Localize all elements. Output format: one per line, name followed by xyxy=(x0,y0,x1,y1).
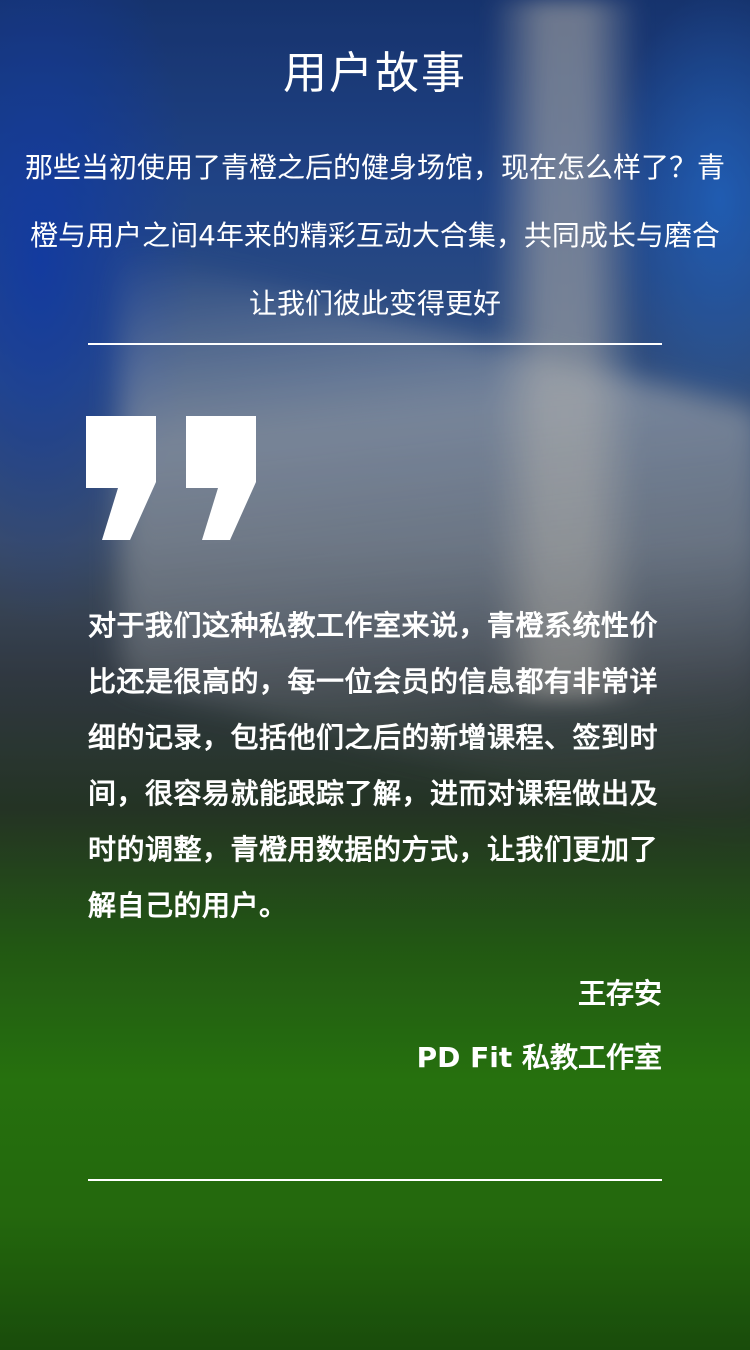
story-card: 用户故事 那些当初使用了青橙之后的健身场馆，现在怎么样了？青橙与用户之间4年来的… xyxy=(0,0,750,1350)
top-divider xyxy=(88,343,662,345)
testimonial-author: 王存安 xyxy=(577,977,662,1010)
testimonial-quote: 对于我们这种私教工作室来说，青橙系统性价比还是很高的，每一位会员的信息都有非常详… xyxy=(88,609,659,922)
testimonial-company: PD Fit 私教工作室 xyxy=(416,1041,662,1074)
closing-quote-icon xyxy=(86,416,256,540)
page-title: 用户故事 xyxy=(283,48,467,99)
bottom-divider xyxy=(88,1179,662,1181)
intro-text: 那些当初使用了青橙之后的健身场馆，现在怎么样了？青橙与用户之间4年来的精彩互动大… xyxy=(24,151,725,320)
